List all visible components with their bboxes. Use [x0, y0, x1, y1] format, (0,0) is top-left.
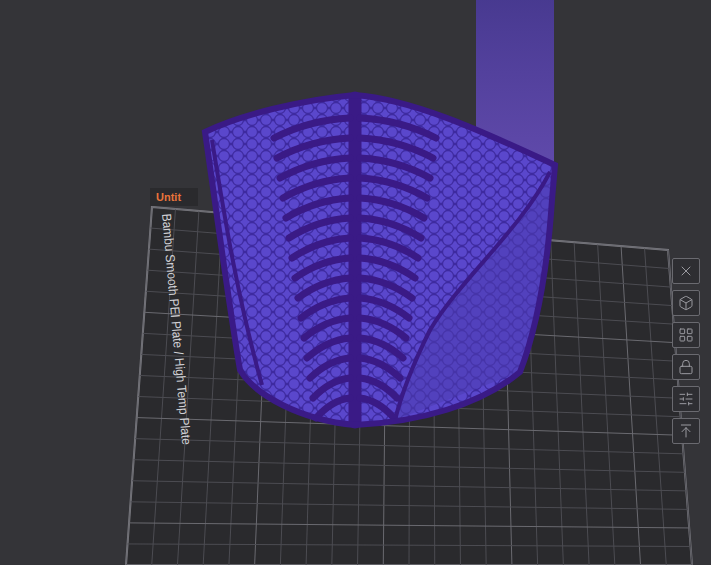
- plate-tab[interactable]: [150, 188, 198, 206]
- close-icon: [678, 263, 694, 279]
- lock-icon: [678, 359, 694, 375]
- toolbar-button[interactable]: [672, 322, 700, 348]
- box-icon: [678, 295, 694, 311]
- plate-tab-label[interactable]: Untit: [156, 191, 181, 203]
- arrange-icon: [678, 327, 694, 343]
- scene: Untit Bambu Smooth PEI Plate / High Temp …: [0, 0, 711, 565]
- toolbar-button[interactable]: [672, 354, 700, 380]
- mask-model[interactable]: [190, 80, 570, 440]
- lay-flat-icon: [678, 423, 694, 439]
- toolbar-button[interactable]: [672, 386, 700, 412]
- right-toolbar: [672, 258, 700, 444]
- toolbar-button[interactable]: [672, 290, 700, 316]
- toolbar-button[interactable]: [672, 418, 700, 444]
- settings-icon: [678, 391, 694, 407]
- viewport[interactable]: Untit Bambu Smooth PEI Plate / High Temp …: [0, 0, 711, 565]
- plate-label: Bambu Smooth PEI Plate / High Temp Plate: [159, 213, 194, 445]
- toolbar-button[interactable]: [672, 258, 700, 284]
